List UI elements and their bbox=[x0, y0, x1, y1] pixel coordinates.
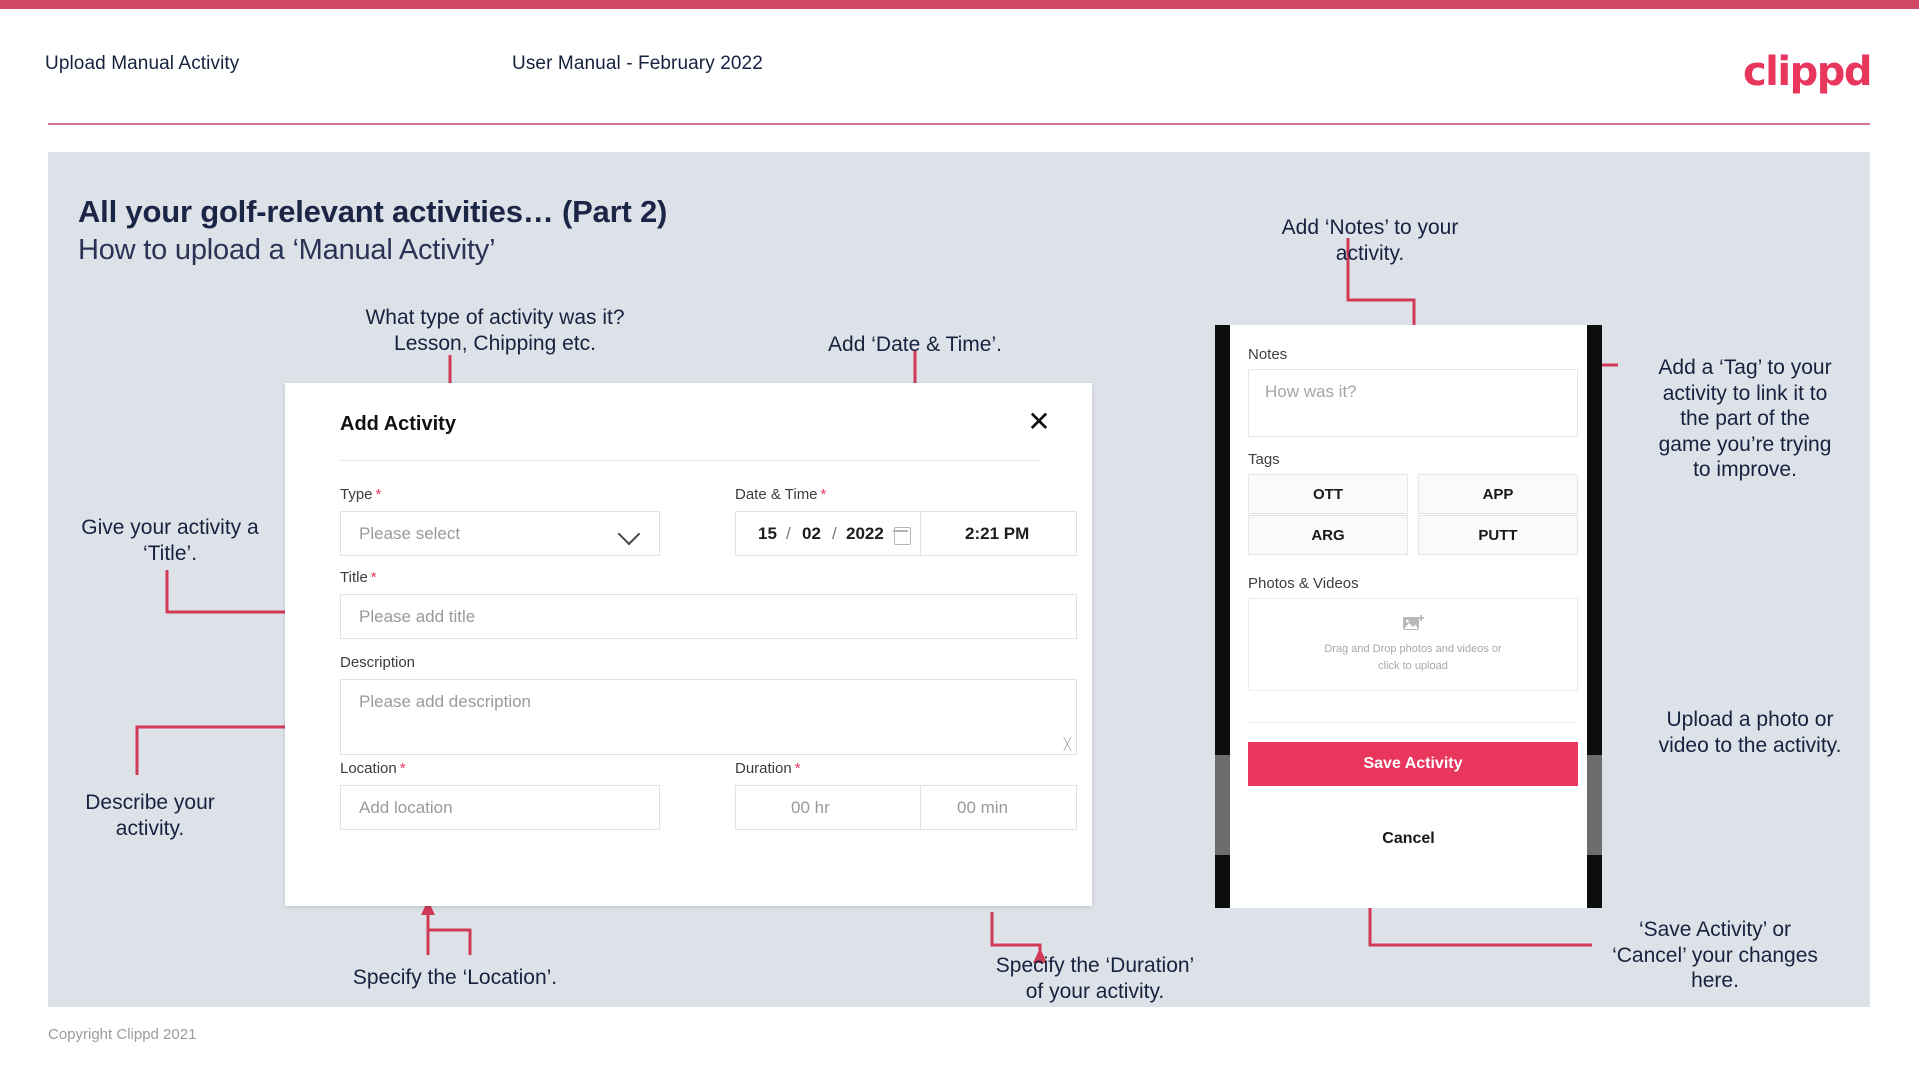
tag-putt[interactable]: PUTT bbox=[1418, 515, 1578, 555]
save-activity-button[interactable]: Save Activity bbox=[1248, 742, 1578, 786]
date-day: 15 bbox=[758, 524, 777, 543]
tag-app[interactable]: APP bbox=[1418, 474, 1578, 514]
calendar-icon[interactable] bbox=[893, 527, 911, 545]
description-label: Description bbox=[340, 654, 416, 671]
duration-minutes-input[interactable]: 00 min bbox=[921, 785, 1077, 830]
resize-handle-icon[interactable]: ╳ bbox=[1064, 737, 1071, 751]
duration-minutes-placeholder: 00 min bbox=[957, 798, 1009, 817]
slide-subheading: How to upload a ‘Manual Activity’ bbox=[78, 234, 496, 266]
header-divider bbox=[48, 123, 1870, 125]
copyright-text: Copyright Clippd 2021 bbox=[48, 1026, 197, 1043]
phone-divider bbox=[1248, 722, 1578, 723]
annotation-duration: Specify the ‘Duration’ of your activity. bbox=[995, 954, 1195, 1003]
title-label: Title * bbox=[340, 569, 377, 586]
title-placeholder: Please add title bbox=[359, 607, 476, 626]
cancel-button[interactable]: Cancel bbox=[1230, 830, 1587, 848]
title-input[interactable]: Please add title bbox=[340, 594, 1077, 639]
date-input[interactable]: 15 / 02 / 2022 bbox=[735, 511, 921, 556]
description-textarea[interactable]: Please add description ╳ bbox=[340, 679, 1077, 755]
dialog-title: Add Activity bbox=[340, 413, 456, 435]
slide-heading: All your golf-relevant activities… (Part… bbox=[78, 194, 668, 229]
phone-frame-right-accent bbox=[1587, 755, 1602, 855]
date-sep-1: / bbox=[786, 524, 791, 543]
annotation-location: Specify the ‘Location’. bbox=[352, 966, 558, 989]
duration-hours-placeholder: 00 hr bbox=[791, 798, 830, 817]
duration-label: Duration * bbox=[735, 760, 801, 777]
close-icon[interactable]: ✕ bbox=[1022, 406, 1056, 440]
photos-label: Photos & Videos bbox=[1248, 575, 1359, 592]
datetime-label: Date & Time * bbox=[735, 486, 827, 503]
annotation-save-cancel: ‘Save Activity’ or ‘Cancel’ your changes… bbox=[1612, 918, 1818, 993]
tags-label: Tags bbox=[1248, 451, 1280, 468]
page-header: Upload Manual Activity User Manual - Feb… bbox=[0, 9, 1919, 121]
phone-frame-left-accent bbox=[1215, 755, 1230, 855]
annotation-datetime: Add ‘Date & Time’. bbox=[828, 333, 1002, 356]
location-input[interactable]: Add location bbox=[340, 785, 660, 830]
tag-ott[interactable]: OTT bbox=[1248, 474, 1408, 514]
location-label: Location * bbox=[340, 760, 406, 777]
duration-hours-input[interactable]: 00 hr bbox=[735, 785, 921, 830]
date-sep-2: / bbox=[832, 524, 837, 543]
header-center-title: User Manual - February 2022 bbox=[512, 53, 763, 74]
clippd-logo: clippd bbox=[1742, 49, 1873, 95]
type-label: Type * bbox=[340, 486, 382, 503]
location-placeholder: Add location bbox=[359, 798, 453, 817]
annotation-title: Give your activity a ‘Title’. bbox=[81, 516, 259, 565]
annotation-tag: Add a ‘Tag’ to your activity to link it … bbox=[1658, 356, 1832, 482]
photo-dropzone[interactable]: Drag and Drop photos and videos or click… bbox=[1248, 598, 1578, 691]
notes-input[interactable]: How was it? bbox=[1248, 369, 1578, 437]
annotation-notes: Add ‘Notes’ to your activity. bbox=[1281, 216, 1459, 265]
top-accent-bar bbox=[0, 0, 1919, 9]
dialog-divider bbox=[340, 460, 1040, 461]
time-value: 2:21 PM bbox=[965, 524, 1030, 543]
date-month: 02 bbox=[802, 524, 821, 543]
tag-arg[interactable]: ARG bbox=[1248, 515, 1408, 555]
type-placeholder: Please select bbox=[359, 524, 461, 543]
notes-label: Notes bbox=[1248, 346, 1288, 363]
date-year: 2022 bbox=[846, 524, 884, 543]
header-left-title: Upload Manual Activity bbox=[45, 53, 240, 74]
add-activity-dialog: Add Activity ✕ Type * Please select Date … bbox=[285, 383, 1092, 906]
time-input[interactable]: 2:21 PM bbox=[921, 511, 1077, 556]
annotation-upload: Upload a photo or video to the activity. bbox=[1658, 708, 1842, 757]
add-image-icon bbox=[1403, 615, 1424, 630]
chevron-down-icon bbox=[617, 522, 641, 546]
type-select[interactable]: Please select bbox=[340, 511, 660, 556]
description-placeholder: Please add description bbox=[359, 692, 532, 711]
phone-screen: Notes How was it? Tags OTT APP ARG PUTT … bbox=[1230, 325, 1587, 908]
annotation-describe: Describe your activity. bbox=[85, 791, 215, 840]
annotation-type: What type of activity was it? Lesson, Ch… bbox=[365, 306, 625, 355]
dropzone-text: Drag and Drop photos and videos or click… bbox=[1324, 643, 1502, 672]
notes-placeholder: How was it? bbox=[1265, 382, 1357, 401]
